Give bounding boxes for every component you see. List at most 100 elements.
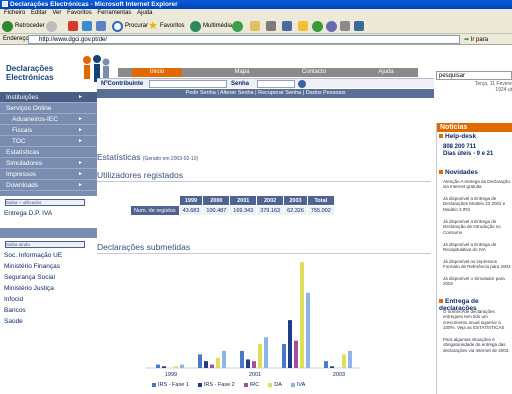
window-titlebar: Declarações Electrónicas - Microsoft Int… [0,0,512,9]
stop-icon [68,21,78,31]
discuss-icon [326,20,337,32]
menu-ver[interactable]: Ver [52,10,61,16]
legend-item: IRS - Fase 1 [152,382,189,388]
tools-button[interactable] [354,20,366,32]
password-input[interactable] [257,80,295,88]
divider [97,253,431,254]
link-ministerio-justica[interactable]: Ministério Justiça [4,285,54,292]
address-input[interactable]: http://www.dgci.gov.pt/de/ [28,35,460,44]
link-ministerio-financas[interactable]: Ministério Finanças [4,263,60,270]
delivery-item[interactable]: Para algumas situações é obrigatoriedade… [443,337,512,353]
table-cell: 62.326 [283,205,308,216]
legend-item: IVA [290,382,305,388]
link-saude[interactable]: Saúde [4,318,23,325]
divider [97,181,431,182]
legend-item: IRC [243,382,259,388]
news-item[interactable]: Atenção A entrega da Declaração via Inte… [443,179,512,190]
helpdesk-phone: 808 200 711 [443,144,477,150]
menu-ficheiro[interactable]: Ficheiro [4,10,25,16]
menu-favoritos[interactable]: Favoritos [67,10,92,16]
most-used-box: Saiba + utilizados Entrega D.P. IVA [0,196,97,228]
news-item[interactable]: Já disponível a Entrega de Declaração de… [443,219,512,235]
stop-button[interactable] [68,20,80,32]
messenger-button[interactable] [312,20,325,32]
edit-icon [282,21,292,31]
sidebar-item-impressos[interactable]: Impressos ► [0,169,97,180]
chevron-right-icon: ► [78,116,83,122]
forward-button[interactable] [46,20,59,32]
sidebar-item-toc[interactable]: TOC ► [0,136,97,147]
refresh-button[interactable] [82,20,94,32]
legend-item: IRS - Fase 2 [197,382,235,388]
sidebar-item-aduaneiros[interactable]: Aduaneiros-IEC ► [0,114,97,125]
discuss-button[interactable] [326,20,339,32]
sidebar-item-servicos-online[interactable]: Serviços Online [0,103,97,114]
browser-toolbar: Retroceder Procurar ★ Favoritos Multiméd… [0,18,512,34]
generated-date: (Gerado em 2003-02-10) [142,156,199,162]
table-header: 1999 [178,195,204,206]
nav-ajuda[interactable]: Ajuda [364,68,408,77]
link-soc-informacao[interactable]: Soc. Informação UE [4,252,62,259]
link-infocid[interactable]: Infocid [4,296,23,303]
star-icon: ★ [148,20,158,32]
delivery-item[interactable]: O número de declarações entregues tem ti… [443,309,512,330]
table-row: Num. de registos 43.683 100.487 169.343 … [130,205,335,216]
news-item[interactable]: Já disponível a Entrega de Declarações M… [443,196,512,212]
print-button[interactable] [266,20,278,32]
menu-bar: Ficheiro Editar Ver Favoritos Ferramenta… [0,9,512,18]
link-bancos[interactable]: Bancos [4,307,26,314]
sidebar-item-downloads[interactable]: Downloads ► [0,180,97,191]
news-title: Novidades [439,169,478,176]
legend-swatch [197,382,202,387]
edit-button[interactable] [282,20,294,32]
chevron-right-icon: ► [78,160,83,166]
search-button[interactable]: Procurar [112,20,148,32]
mail-button[interactable] [250,20,262,32]
back-button[interactable]: Retroceder [2,20,45,32]
legend-swatch [243,382,248,387]
nif-input[interactable] [149,80,227,88]
news-item[interactable]: Já disponível os impressos Formato de Re… [443,259,512,270]
date-display: Terça, 11 Fevere 1924 ut [474,81,512,93]
address-label: Endereço [3,36,29,42]
menu-editar[interactable]: Editar [31,10,47,16]
bullet-icon [439,134,443,138]
favorites-button[interactable]: ★ Favoritos [148,20,185,32]
link-seguranca-social[interactable]: Segurança Social [4,274,55,281]
link-entrega-dp-iva[interactable]: Entrega D.P. IVA [4,210,52,217]
research-button[interactable] [340,20,352,32]
sidebar-item-simuladores[interactable]: Simuladores ► [0,158,97,169]
site-search-input[interactable]: pesquisar [436,71,512,80]
bullet-icon [439,299,443,303]
refresh-icon [82,21,92,31]
sidebar-item-estatisticas[interactable]: Estatísticas [0,147,97,158]
nif-label: NºContribuinte [101,81,144,87]
history-button[interactable] [232,20,245,32]
nav-inicio[interactable]: Início [132,68,182,77]
news-panel: Notícias Help-desk 808 200 711 Dias útei… [436,123,512,394]
helpdesk-hours: Dias úteis - 9 e 21 [443,151,494,157]
media-button[interactable]: Multimédia [190,20,232,32]
sidebar-item-fiscais[interactable]: Fiscais ► [0,125,97,136]
table-cell: 379.163 [256,205,285,216]
table-cell: 169.343 [229,205,258,216]
menu-ferramentas[interactable]: Ferramentas [97,10,131,16]
menu-ajuda[interactable]: Ajuda [137,10,152,16]
chevron-right-icon: ► [78,171,83,177]
sidebar-item-instituicoes[interactable]: Instituições ► [0,92,97,103]
news-header: Notícias [437,123,512,132]
folder-button[interactable] [298,20,310,32]
login-submit-button[interactable] [298,80,306,88]
table-cell: 43.683 [178,205,204,216]
chevron-right-icon: ► [78,94,83,100]
site-logo[interactable]: Declarações Electrónicas [6,64,76,82]
nav-contacto[interactable]: Contacto [286,68,342,77]
home-button[interactable] [96,20,108,32]
password-label: Senha [231,81,250,87]
account-links[interactable]: Pedir Senha | Alterar Senha | Recuperar … [97,89,434,98]
search-icon [112,20,123,32]
news-item[interactable]: Já disponível a Entrega de Recapitulativ… [443,242,512,253]
go-button[interactable]: ➡ Ir para [464,35,488,46]
news-item[interactable]: Já disponível o Simulador para 2002 [443,276,512,287]
nav-mapa[interactable]: Mapa [218,68,266,77]
